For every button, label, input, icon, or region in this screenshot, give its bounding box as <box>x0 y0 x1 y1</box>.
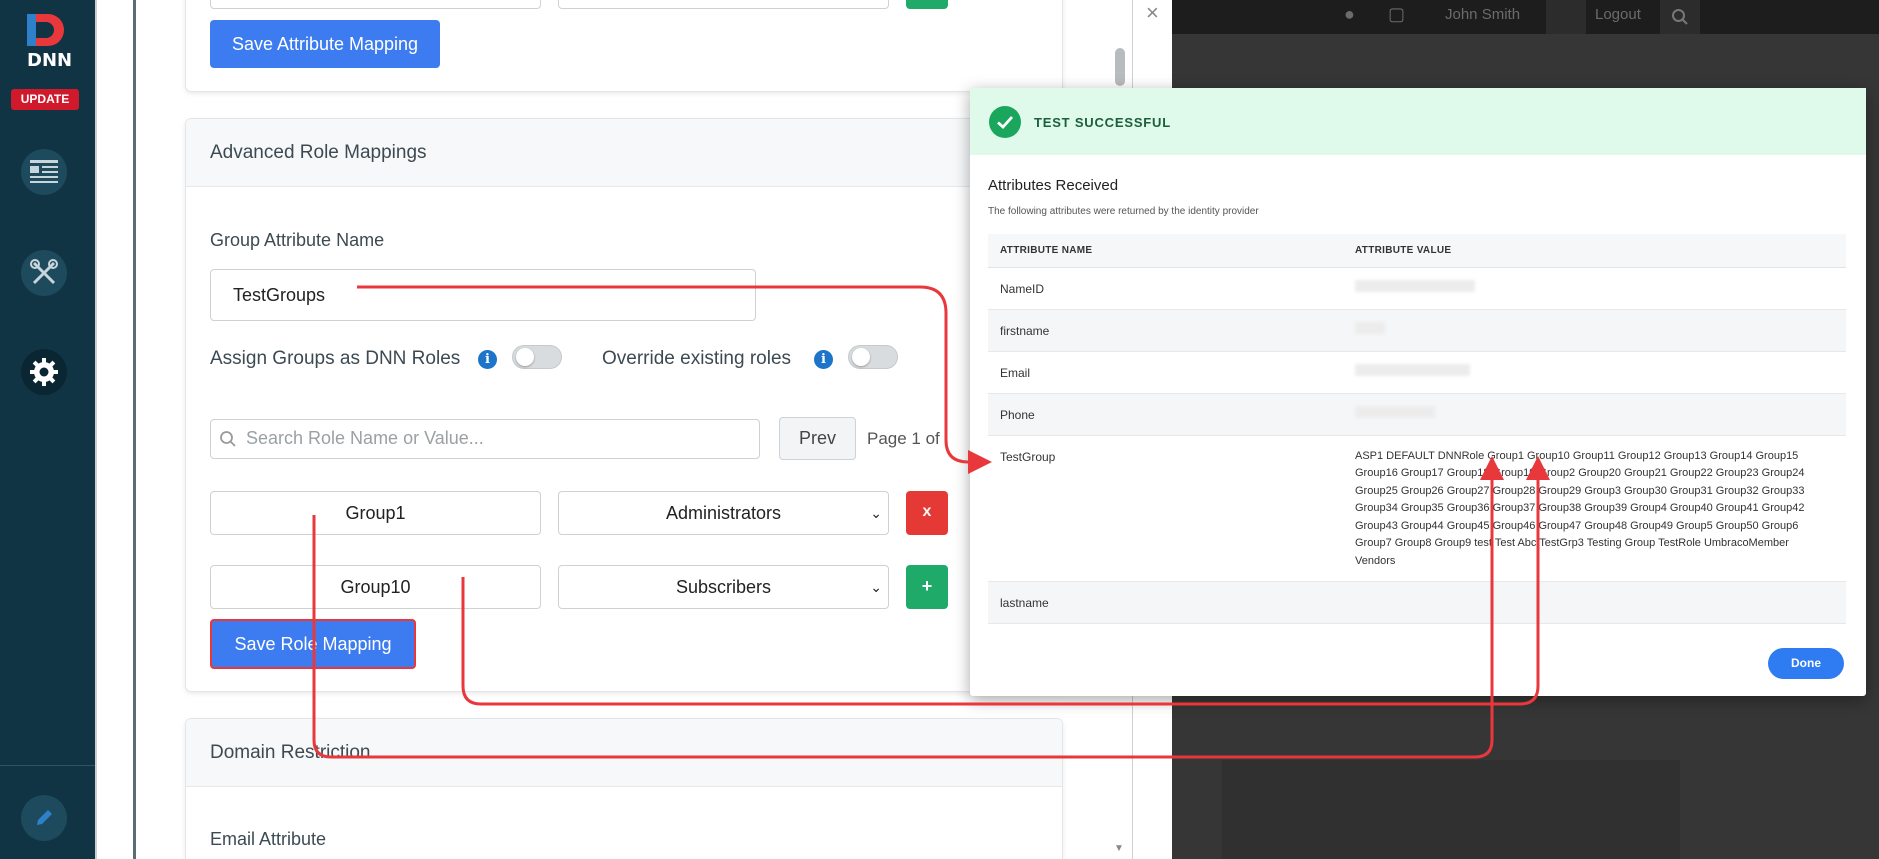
attribute-name: firstname <box>988 309 1343 352</box>
attributes-table: ATTRIBUTE NAME ATTRIBUTE VALUE NameID fi… <box>988 234 1846 624</box>
scroll-down-arrow-icon[interactable]: ▼ <box>1114 843 1124 854</box>
settings-menu-button[interactable] <box>21 349 67 395</box>
search-icon <box>1672 9 1688 25</box>
add-mapping-button[interactable]: + <box>906 565 948 609</box>
settings-icon <box>30 358 58 386</box>
table-row: lastname <box>988 581 1846 624</box>
assign-groups-info-icon[interactable]: i <box>478 350 497 369</box>
prev-page-button[interactable]: Prev <box>779 417 856 460</box>
override-roles-info-icon[interactable]: i <box>814 350 833 369</box>
notification-icon[interactable]: ● <box>1344 4 1355 25</box>
attribute-name: Email <box>988 351 1343 394</box>
table-header-row: ATTRIBUTE NAME ATTRIBUTE VALUE <box>988 234 1846 268</box>
avatar[interactable] <box>1546 0 1586 34</box>
done-button[interactable]: Done <box>1768 648 1844 679</box>
group-attribute-value: TestGroups <box>233 285 326 305</box>
persona-bar-top: ● ▢ John Smith Logout <box>1132 0 1879 34</box>
test-status: TEST SUCCESSFUL <box>1034 115 1171 130</box>
search-placeholder: Search Role Name or Value... <box>246 428 484 448</box>
attribute-mapping-value-input[interactable] <box>558 0 889 9</box>
card-header: Domain Restriction <box>186 719 1062 787</box>
test-result-modal: TEST SUCCESSFUL Attributes Received The … <box>970 88 1866 696</box>
attribute-value-redacted <box>1343 351 1846 394</box>
mapping-group-input[interactable]: Group1 <box>210 491 541 535</box>
chevron-down-icon: ⌄ <box>870 505 882 521</box>
email-attribute-label: Email Attribute <box>210 829 327 849</box>
tools-menu-button[interactable] <box>21 250 67 296</box>
card-title: Advanced Role Mappings <box>210 142 427 163</box>
content-icon <box>30 160 58 183</box>
group-attribute-input[interactable]: TestGroups <box>210 269 756 321</box>
table-row: Email <box>988 351 1846 394</box>
mapping-role-select[interactable]: Subscribers ⌄ <box>558 565 889 609</box>
advanced-role-mappings-card: Advanced Role Mappings Group Attribute N… <box>185 118 1063 692</box>
mapping-role-select[interactable]: Administrators ⌄ <box>558 491 889 535</box>
assign-groups-label: Assign Groups as DNN Roles <box>210 348 461 369</box>
panel-border-line <box>133 0 136 859</box>
background-content-block <box>1222 760 1680 859</box>
chevron-down-icon: ⌄ <box>870 579 882 595</box>
remove-mapping-button[interactable]: x <box>906 491 948 535</box>
scrollbar-thumb[interactable] <box>1115 48 1125 86</box>
attribute-value-redacted <box>1343 581 1846 624</box>
attribute-value-redacted <box>1343 309 1846 352</box>
attribute-mapping-card: Save Attribute Mapping <box>185 0 1063 92</box>
content-menu-button[interactable] <box>21 149 67 195</box>
domain-restriction-card: Domain Restriction Email Attribute <box>185 718 1063 859</box>
table-row: NameID <box>988 267 1846 310</box>
update-badge[interactable]: UPDATE <box>11 89 79 110</box>
search-icon <box>220 431 236 447</box>
sidebar-divider <box>0 765 95 766</box>
edit-pencil-icon <box>37 810 52 825</box>
table-row: Phone <box>988 393 1846 436</box>
selected-role: Administrators <box>665 503 782 523</box>
table-row: TestGroup ASP1 DEFAULT DNNRole Group1 Gr… <box>988 435 1846 582</box>
modal-header: TEST SUCCESSFUL <box>970 88 1866 155</box>
user-name[interactable]: John Smith <box>1445 6 1520 23</box>
save-role-mapping-button[interactable]: Save Role Mapping <box>210 619 416 669</box>
modal-title: Attributes Received <box>988 177 1119 194</box>
attribute-name: TestGroup <box>988 435 1343 582</box>
column-header: ATTRIBUTE VALUE <box>1343 234 1846 268</box>
card-header: Advanced Role Mappings <box>186 119 1062 187</box>
attribute-value-redacted <box>1343 267 1846 310</box>
attribute-name: NameID <box>988 267 1343 310</box>
column-header: ATTRIBUTE NAME <box>988 234 1343 268</box>
attribute-name: lastname <box>988 581 1343 624</box>
logout-link[interactable]: Logout <box>1595 6 1641 23</box>
save-attribute-mapping-button[interactable]: Save Attribute Mapping <box>210 20 440 68</box>
attribute-value: ASP1 DEFAULT DNNRole Group1 Group10 Grou… <box>1343 435 1846 582</box>
success-check-icon <box>989 106 1021 138</box>
close-panel-icon[interactable]: × <box>1146 0 1172 26</box>
selected-role: Subscribers <box>675 577 772 597</box>
attribute-value-redacted <box>1343 393 1846 436</box>
tools-icon <box>30 259 58 285</box>
page-indicator: Page 1 of <box>867 429 940 448</box>
edit-mode-button[interactable] <box>21 795 67 841</box>
attribute-add-button[interactable] <box>906 0 948 9</box>
mapping-group-input[interactable]: Group10 <box>210 565 541 609</box>
role-search-input[interactable]: Search Role Name or Value... <box>210 419 760 459</box>
attribute-mapping-name-input[interactable] <box>210 0 541 9</box>
table-row: firstname <box>988 309 1846 352</box>
messages-icon[interactable]: ▢ <box>1388 4 1405 25</box>
override-roles-toggle[interactable] <box>848 345 898 369</box>
modal-subtitle: The following attributes were returned b… <box>988 206 1259 217</box>
attribute-name: Phone <box>988 393 1343 436</box>
search-button[interactable] <box>1660 0 1700 34</box>
card-title: Domain Restriction <box>210 742 371 763</box>
logo-text: DNN <box>27 50 73 71</box>
assign-groups-toggle[interactable] <box>512 345 562 369</box>
override-roles-label: Override existing roles <box>602 348 792 369</box>
group-attribute-label: Group Attribute Name <box>210 230 385 250</box>
admin-sidebar: DNN UPDATE <box>0 0 95 859</box>
